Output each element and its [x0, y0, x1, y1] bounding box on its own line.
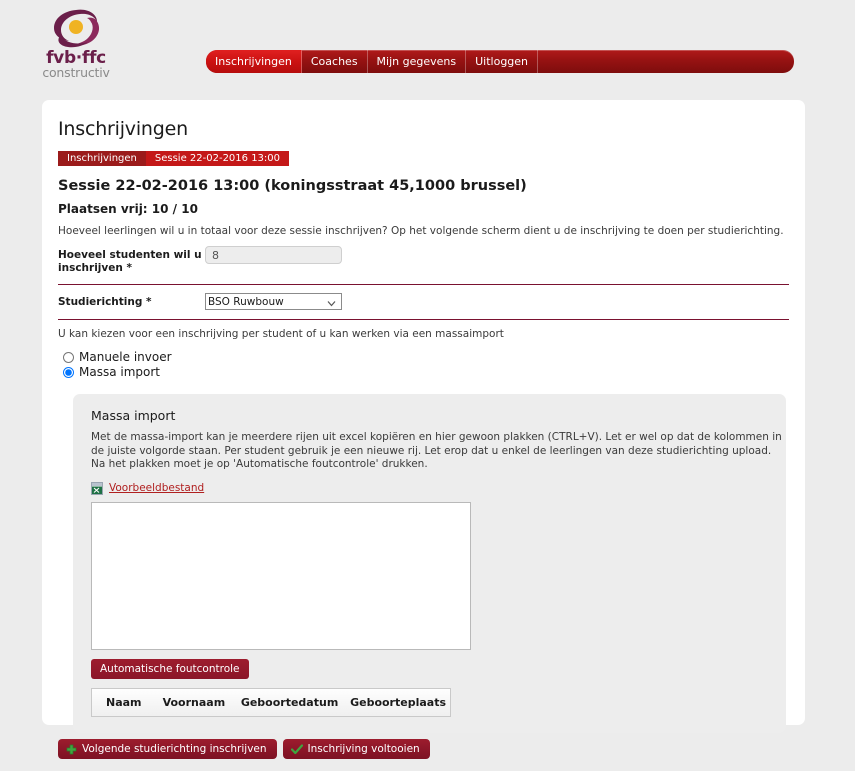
places-available-text: Plaatsen vrij: 10 / 10	[58, 202, 198, 216]
import-result-table: Naam Voornaam Geboortedatum Geboorteplaa…	[91, 687, 451, 717]
studierichting-row: Studierichting * BSO Ruwbouw	[58, 293, 789, 310]
page-header: fvb·ffc constructiv Inschrijvingen Coach…	[0, 0, 855, 90]
paste-textarea[interactable]	[91, 501, 471, 650]
plus-icon	[66, 744, 77, 755]
breadcrumb: Inschrijvingen Sessie 22-02-2016 13:00	[58, 151, 290, 166]
studierichting-select[interactable]: BSO Ruwbouw	[205, 293, 342, 310]
nav-item-inschrijvingen[interactable]: Inschrijvingen	[206, 50, 302, 73]
radio-manuele-invoer[interactable]	[63, 351, 74, 363]
column-header-voornaam: Voornaam	[162, 695, 226, 709]
footer-action-bar: Volgende studierichting inschrijven Insc…	[58, 739, 430, 759]
divider-line-1	[58, 284, 789, 285]
column-header-geboorteplaats: Geboorteplaats	[350, 695, 446, 709]
radio-label-manuele-invoer: Manuele invoer	[79, 350, 172, 364]
sample-file-row: Voorbeeldbestand	[91, 481, 768, 495]
choice-instruction-text: U kan kiezen voor een inschrijving per s…	[58, 328, 504, 340]
column-header-geboortedatum: Geboortedatum	[240, 695, 339, 709]
nav-item-mijn-gegevens[interactable]: Mijn gegevens	[368, 50, 467, 73]
radio-massa-import[interactable]	[63, 366, 74, 378]
radio-row-manuele-invoer[interactable]: Manuele invoer	[58, 350, 789, 364]
nav-empty-space	[538, 50, 794, 73]
nav-item-coaches[interactable]: Coaches	[302, 50, 368, 73]
radio-label-massa-import: Massa import	[79, 365, 160, 379]
session-title: Sessie 22-02-2016 13:00 (koningsstraat 4…	[58, 178, 527, 194]
students-count-input[interactable]	[205, 246, 342, 264]
brand-logo[interactable]: fvb·ffc constructiv	[36, 6, 116, 80]
nav-item-uitloggen[interactable]: Uitloggen	[466, 50, 539, 73]
next-studierichting-label: Volgende studierichting inschrijven	[82, 743, 267, 755]
divider-line-2	[58, 319, 789, 320]
complete-registration-button[interactable]: Inschrijving voltooien	[282, 739, 430, 759]
students-count-label: Hoeveel studenten wil u inschrijven *	[58, 249, 202, 274]
auto-error-check-button[interactable]: Automatische foutcontrole	[91, 658, 249, 679]
massa-import-title: Massa import	[91, 408, 176, 423]
radio-row-massa-import[interactable]: Massa import	[58, 365, 789, 379]
intro-instruction-text: Hoeveel leerlingen wil u in totaal voor …	[58, 225, 784, 237]
massa-import-description: Met de massa-import kan je meerdere rije…	[91, 431, 782, 470]
brand-subtitle: constructiv	[42, 65, 110, 80]
table-header-row: Naam Voornaam Geboortedatum Geboorteplaa…	[92, 688, 451, 716]
students-count-row: Hoeveel studenten wil u inschrijven *	[58, 246, 789, 275]
constructiv-swirl-icon	[48, 6, 104, 48]
excel-file-icon	[91, 481, 103, 495]
check-icon	[290, 743, 303, 755]
next-studierichting-button[interactable]: Volgende studierichting inschrijven	[58, 739, 277, 759]
main-navigation: Inschrijvingen Coaches Mijn gegevens Uit…	[206, 50, 794, 73]
breadcrumb-item-sessie[interactable]: Sessie 22-02-2016 13:00	[145, 151, 290, 166]
studierichting-label: Studierichting *	[58, 296, 152, 308]
breadcrumb-item-inschrijvingen[interactable]: Inschrijvingen	[58, 151, 146, 166]
page-title: Inschrijvingen	[58, 118, 188, 140]
column-header-naam: Naam	[106, 695, 142, 709]
brand-wordmark: fvb·ffc	[46, 48, 106, 68]
massa-import-card: Massa import Met de massa-import kan je …	[73, 394, 786, 733]
sample-file-link[interactable]: Voorbeeldbestand	[109, 482, 204, 494]
content-panel: Inschrijvingen Inschrijvingen Sessie 22-…	[42, 100, 805, 733]
complete-registration-label: Inschrijving voltooien	[307, 743, 420, 755]
